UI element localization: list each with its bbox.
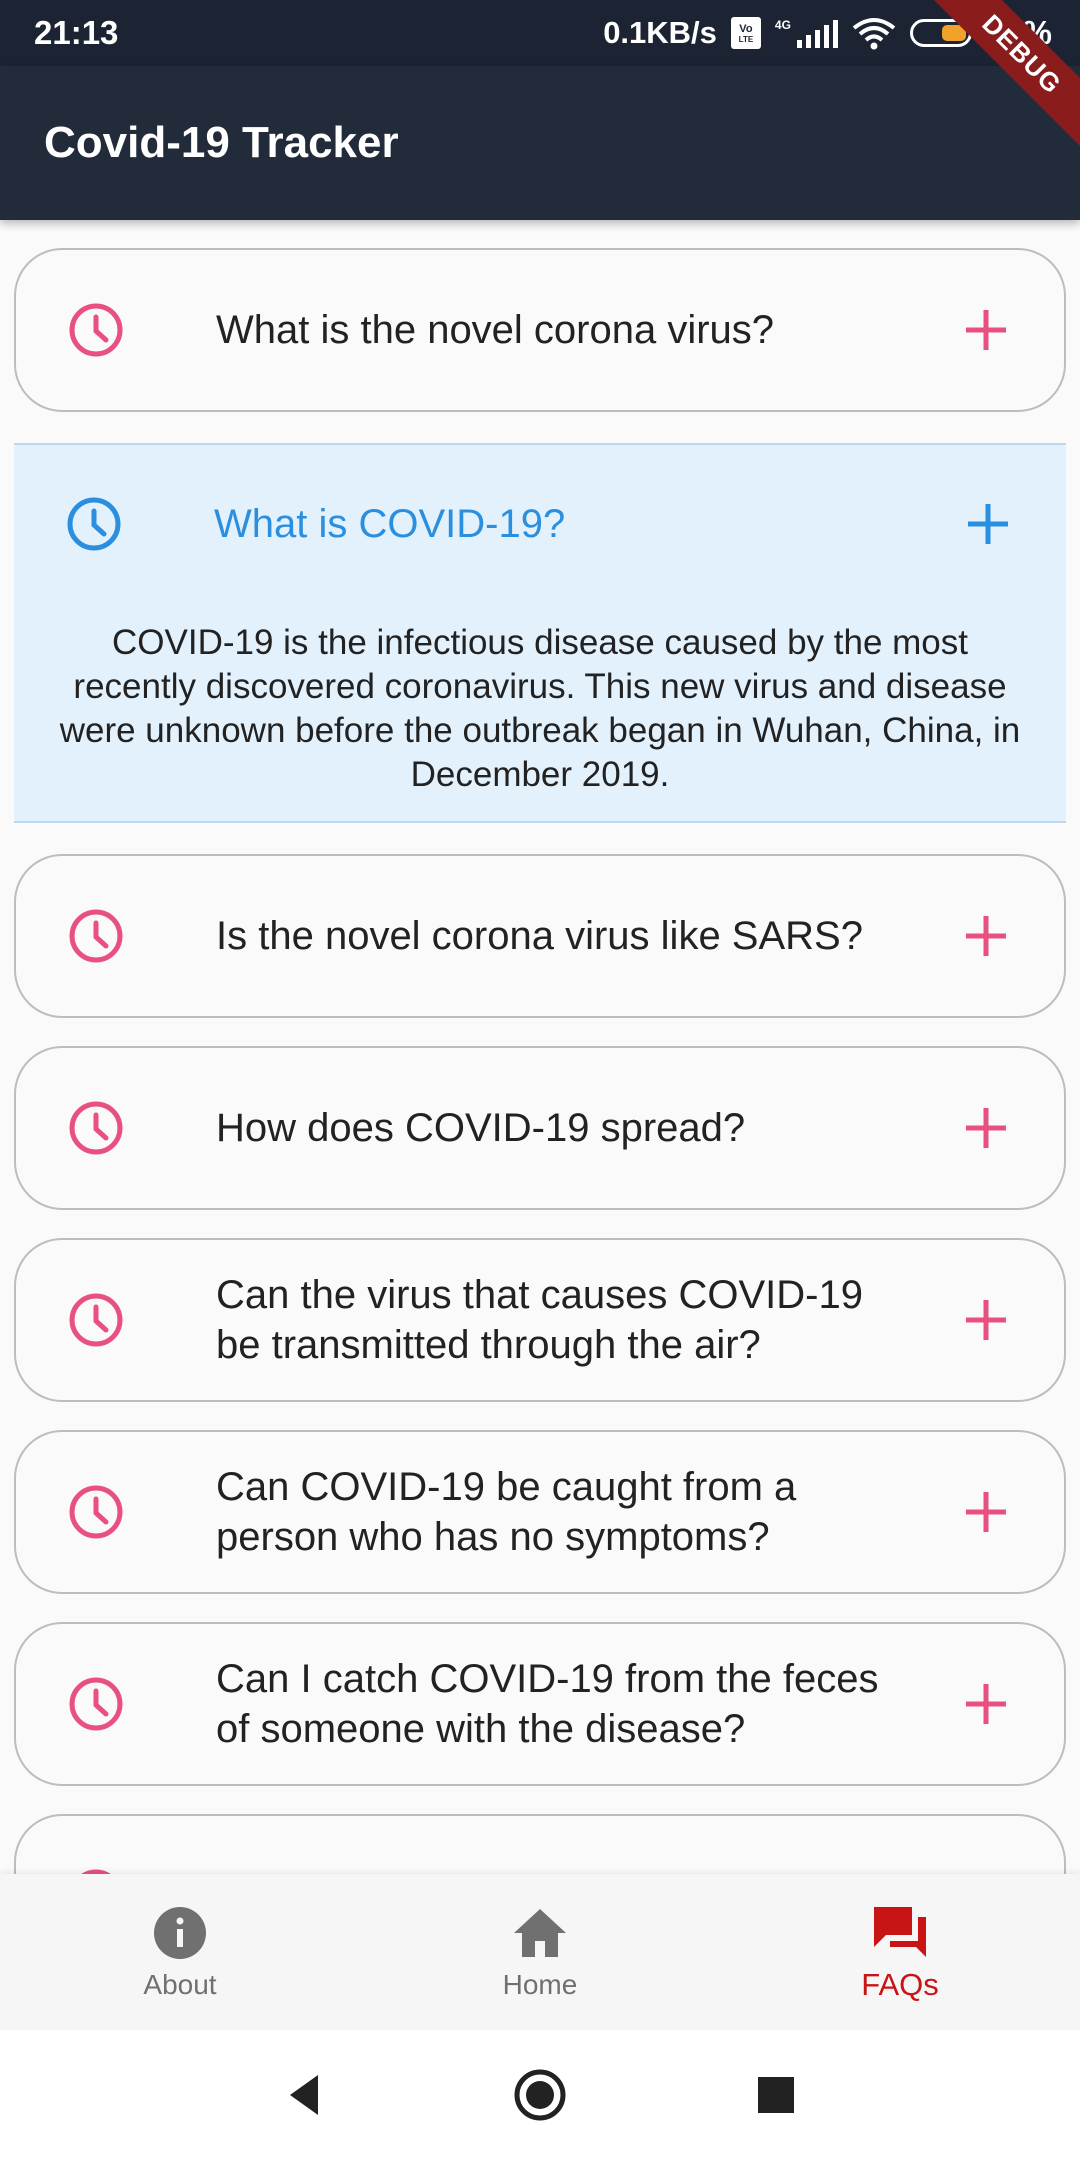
back-icon[interactable] bbox=[276, 2067, 332, 2123]
plus-icon[interactable] bbox=[964, 914, 1008, 958]
info-icon bbox=[154, 1907, 206, 1959]
faq-item[interactable]: Is the novel corona virus like SARS? bbox=[14, 854, 1066, 1018]
plus-icon[interactable] bbox=[964, 1682, 1008, 1726]
nav-faqs-label: FAQs bbox=[861, 1967, 939, 2002]
wifi-icon bbox=[852, 18, 896, 50]
faq-item-partial[interactable] bbox=[14, 1814, 1066, 1874]
volte-sub-label: LTE bbox=[738, 34, 754, 44]
faq-item[interactable]: What is the novel corona virus? bbox=[14, 248, 1066, 412]
nav-about-label: About bbox=[143, 1969, 217, 2000]
network-type: 4G bbox=[774, 18, 791, 32]
faq-answer: COVID-19 is the infectious disease cause… bbox=[59, 623, 1021, 794]
faq-question: What is the novel corona virus? bbox=[216, 308, 775, 352]
home-icon bbox=[514, 1909, 566, 1957]
faq-list[interactable]: What is the novel corona virus? What is … bbox=[0, 220, 1080, 1874]
forum-icon bbox=[874, 1907, 926, 1957]
status-time: 21:13 bbox=[34, 14, 119, 51]
faq-item[interactable]: Can I catch COVID-19 from the feces of s… bbox=[14, 1622, 1066, 1786]
faq-question: Can I catch COVID-19 from the feces of s… bbox=[216, 1657, 879, 1751]
clock-icon bbox=[69, 1293, 123, 1347]
faq-question: Can COVID-19 be caught from a person who… bbox=[216, 1465, 797, 1559]
nav-about[interactable]: About bbox=[0, 1874, 360, 2030]
faq-header[interactable]: What is COVID-19? bbox=[14, 445, 1066, 603]
clock-icon bbox=[69, 1677, 123, 1731]
page-title: Covid-19 Tracker bbox=[44, 118, 399, 167]
nav-home-label: Home bbox=[502, 1969, 578, 2000]
clock-icon bbox=[81, 1869, 111, 1874]
volte-label: Vo bbox=[739, 22, 753, 35]
clock-icon bbox=[69, 909, 123, 963]
volte-icon: Vo LTE bbox=[730, 17, 761, 49]
nav-faqs[interactable]: FAQs bbox=[720, 1874, 1080, 2030]
app-bar: Covid-19 Tracker bbox=[0, 66, 1080, 220]
network-speed: 0.1KB/s bbox=[603, 15, 717, 50]
faq-question: Can the virus that causes COVID-19 be tr… bbox=[216, 1273, 863, 1367]
faq-question: How does COVID-19 spread? bbox=[216, 1106, 746, 1150]
plus-icon[interactable] bbox=[964, 1490, 1008, 1534]
faq-item[interactable]: How does COVID-19 spread? bbox=[14, 1046, 1066, 1210]
plus-icon[interactable] bbox=[964, 1106, 1008, 1150]
clock-icon bbox=[69, 303, 123, 357]
bottom-navigation: About Home FAQs bbox=[0, 1874, 1080, 2030]
system-navigation bbox=[0, 2030, 1080, 2160]
clock-icon bbox=[69, 1485, 123, 1539]
plus-icon[interactable] bbox=[966, 502, 1010, 546]
plus-icon[interactable] bbox=[964, 308, 1008, 352]
faq-question: What is COVID-19? bbox=[214, 502, 566, 546]
faq-item[interactable]: Can COVID-19 be caught from a person who… bbox=[14, 1430, 1066, 1594]
home-circle-icon[interactable] bbox=[512, 2067, 568, 2123]
faq-question: Is the novel corona virus like SARS? bbox=[216, 914, 863, 958]
clock-icon bbox=[67, 497, 121, 551]
nav-home[interactable]: Home bbox=[360, 1874, 720, 2030]
recents-icon[interactable] bbox=[748, 2067, 804, 2123]
status-bar: 21:13 0.1KB/s Vo LTE 4G 44% bbox=[0, 0, 1080, 66]
signal-icon: 4G bbox=[775, 18, 838, 48]
faq-item-expanded[interactable]: What is COVID-19? COVID-19 is the infect… bbox=[14, 443, 1066, 823]
plus-icon[interactable] bbox=[964, 1298, 1008, 1342]
clock-icon bbox=[69, 1101, 123, 1155]
faq-item[interactable]: Can the virus that causes COVID-19 be tr… bbox=[14, 1238, 1066, 1402]
